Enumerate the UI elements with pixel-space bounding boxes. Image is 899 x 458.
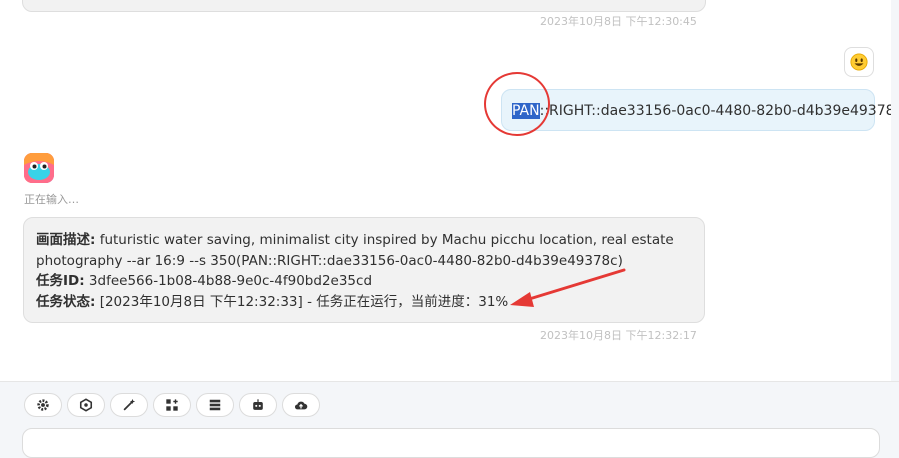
settings-icon [37, 399, 49, 411]
selected-text: PAN [512, 103, 540, 119]
stack-icon [209, 399, 221, 411]
message-time: 2023年10月8日 下午12:30:45 [540, 15, 697, 28]
openai-icon [79, 398, 93, 412]
task-status-label: 任务状态: [36, 293, 96, 310]
cloud-upload-icon [294, 401, 308, 410]
chat-panel: 2023年10月8日 下午12:30:45 PAN::RIGHT::dae331… [0, 0, 899, 381]
prompt-value: futuristic water saving, minimalist city… [36, 232, 674, 269]
prompt-line: 画面描述: futuristic water saving, minimalis… [36, 230, 692, 271]
bot-face-icon [24, 153, 54, 183]
magic-wand-icon [123, 398, 136, 411]
model-button[interactable] [67, 393, 105, 417]
task-id-value: 3dfee566-1b08-4b88-9e0c-4f90bd2e35cd [84, 273, 373, 289]
task-status-value: [2023年10月8日 下午12:32:33] - 任务正在运行，当前进度：31… [95, 293, 509, 310]
robot-icon [253, 399, 263, 410]
bot-avatar [24, 153, 54, 183]
task-id-line: 任务ID: 3dfee566-1b08-4b88-9e0c-4f90bd2e35… [36, 271, 692, 292]
message-time: 2023年10月8日 下午12:32:17 [540, 329, 697, 342]
upload-button[interactable] [282, 393, 320, 417]
user-message[interactable]: PAN::RIGHT::dae33156-0ac0-4480-82b0-d4b3… [501, 89, 899, 131]
grid-plus-icon [166, 399, 178, 411]
user-avatar [844, 47, 874, 77]
input-area [0, 381, 899, 458]
task-status-line: 任务状态: [2023年10月8日 下午12:32:33] - 任务正在运行，当… [36, 292, 692, 313]
settings-button[interactable] [24, 393, 62, 417]
chat-toolbar [24, 393, 320, 417]
scrollbar[interactable] [891, 0, 899, 381]
mask-button[interactable] [153, 393, 191, 417]
prompt-button[interactable] [196, 393, 234, 417]
task-id-label: 任务ID: [36, 273, 85, 289]
message-input[interactable] [22, 428, 880, 458]
magic-button[interactable] [110, 393, 148, 417]
previous-message-bubble [22, 0, 706, 12]
smiley-icon [850, 53, 868, 71]
bot-button[interactable] [239, 393, 277, 417]
user-message-text: ::RIGHT::dae33156-0ac0-4480-82b0-d4b39e4… [539, 103, 899, 119]
typing-indicator: 正在输入… [24, 193, 79, 206]
bot-message: 画面描述: futuristic water saving, minimalis… [23, 217, 705, 323]
prompt-label: 画面描述: [36, 232, 96, 248]
